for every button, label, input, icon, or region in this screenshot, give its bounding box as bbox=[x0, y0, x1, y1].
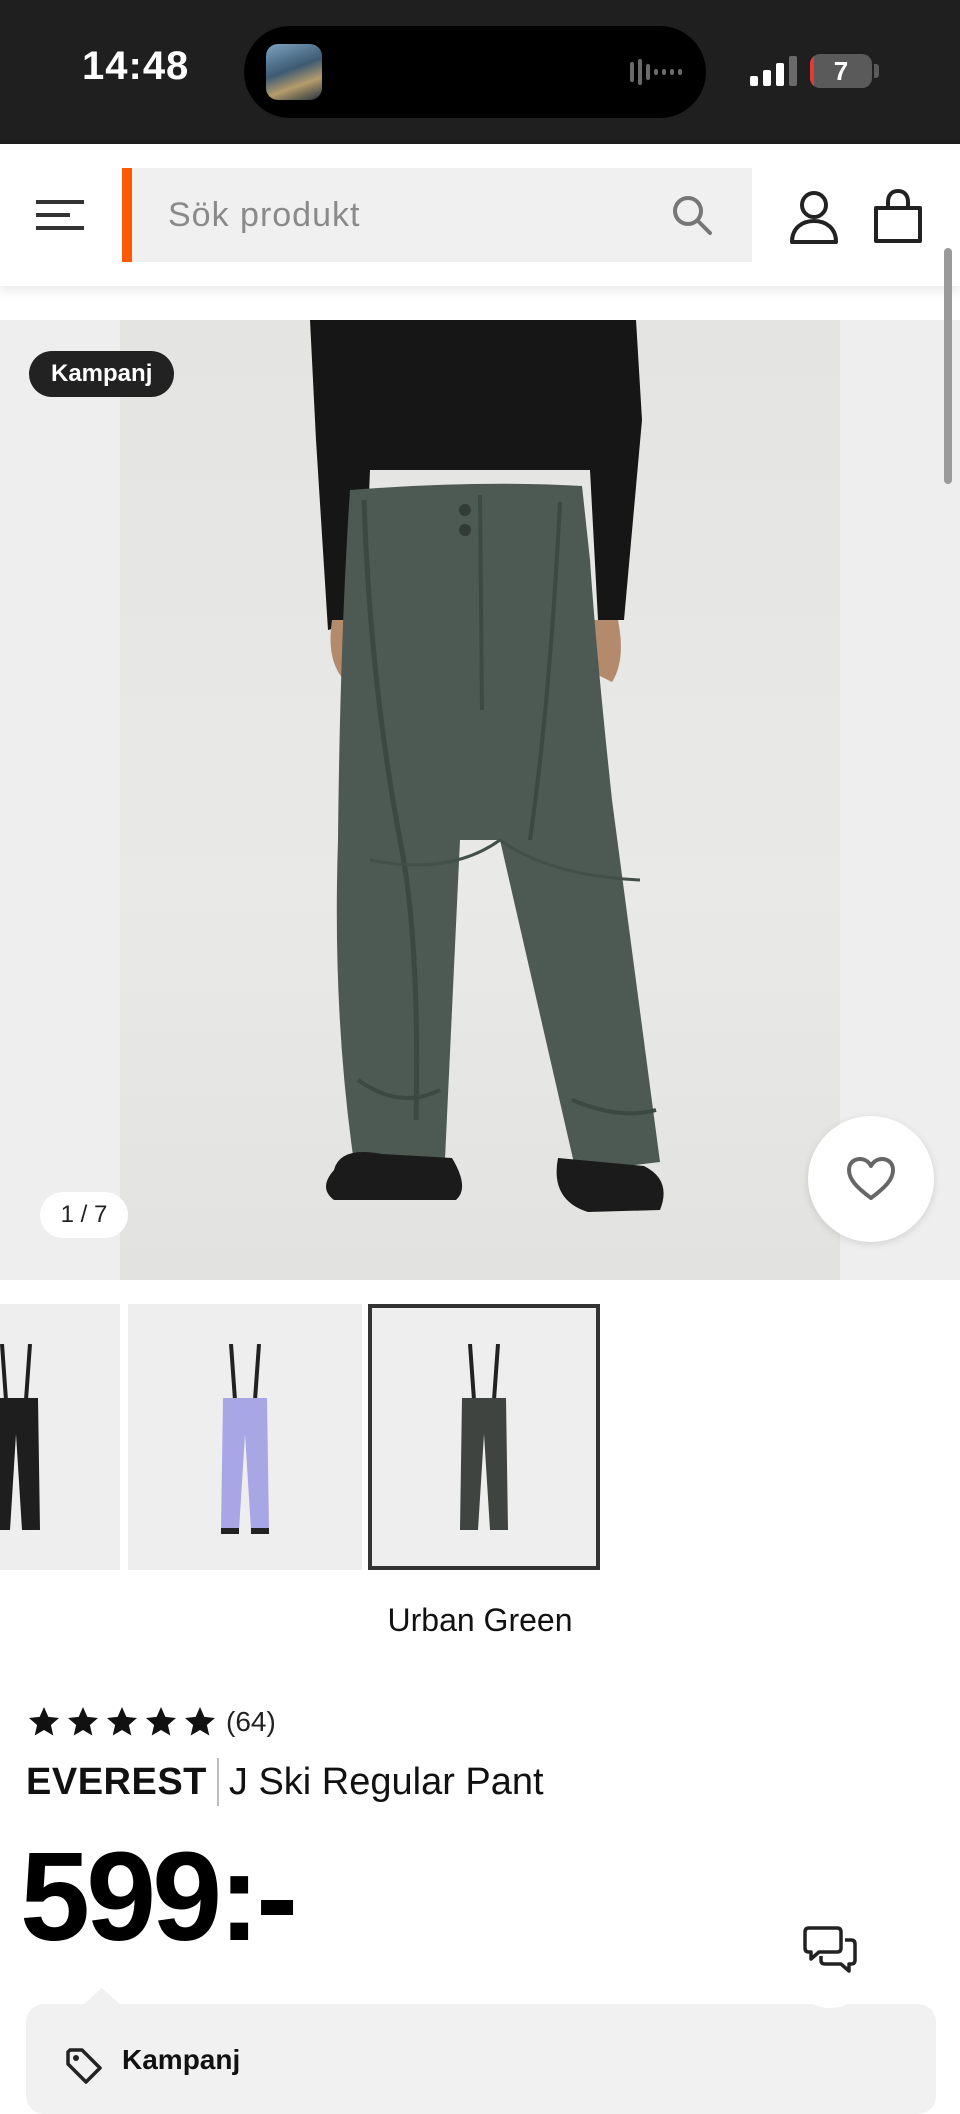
search-input[interactable] bbox=[168, 168, 648, 262]
star-icon bbox=[29, 1707, 59, 1736]
product-photo bbox=[310, 320, 664, 1212]
now-playing-thumbnail bbox=[266, 44, 322, 100]
page-scrollbar[interactable] bbox=[944, 248, 952, 484]
user-icon[interactable] bbox=[788, 188, 840, 244]
star-icon bbox=[107, 1707, 137, 1736]
color-variant-selector bbox=[0, 1304, 960, 1572]
pant-thumbnail bbox=[460, 1344, 508, 1530]
price-tag-icon bbox=[66, 2048, 102, 2084]
search-icon[interactable] bbox=[670, 193, 714, 237]
product-rating[interactable]: (64) bbox=[26, 1702, 276, 1742]
site-header bbox=[0, 144, 960, 286]
product-name: J Ski Regular Pant bbox=[228, 1760, 544, 1803]
search-bar bbox=[122, 168, 752, 262]
chat-bubbles-icon bbox=[803, 1926, 857, 1973]
rating-stars bbox=[26, 1704, 218, 1740]
campaign-info-box[interactable]: Kampanj bbox=[26, 1988, 936, 2114]
promo-notch bbox=[84, 1988, 120, 2004]
status-time: 14:48 bbox=[82, 44, 190, 88]
pant-thumbnail bbox=[221, 1344, 269, 1534]
selected-color-name: Urban Green bbox=[387, 1602, 573, 1638]
dynamic-island bbox=[244, 26, 706, 118]
battery-level: 7 bbox=[833, 56, 849, 86]
cellular-signal-icon bbox=[750, 56, 797, 86]
shopping-bag-icon[interactable] bbox=[872, 188, 924, 244]
product-title: EVEREST J Ski Regular Pant bbox=[26, 1752, 544, 1812]
star-icon bbox=[185, 1707, 215, 1736]
promo-label: Kampanj bbox=[122, 2044, 241, 2075]
battery-indicator: 7 bbox=[810, 54, 872, 88]
rating-count: (64) bbox=[226, 1706, 276, 1737]
hamburger-menu-icon[interactable] bbox=[30, 192, 90, 238]
favorite-button[interactable] bbox=[808, 1116, 934, 1242]
title-divider bbox=[216, 1758, 219, 1806]
variant-thumbnail-urban-green[interactable] bbox=[368, 1304, 600, 1570]
variant-thumbnail-lavender[interactable] bbox=[128, 1304, 362, 1570]
star-icon bbox=[146, 1707, 176, 1736]
battery-tip bbox=[874, 64, 879, 78]
audio-wave-icon bbox=[630, 59, 682, 85]
campaign-badge: Kampanj bbox=[29, 351, 175, 397]
product-image-gallery[interactable]: Kampanj 1 / 7 bbox=[0, 320, 960, 1280]
chat-button[interactable] bbox=[790, 1904, 870, 2008]
star-icon bbox=[68, 1707, 98, 1736]
heart-icon bbox=[847, 1157, 895, 1200]
search-accent-bar bbox=[122, 168, 132, 262]
variant-thumbnail-black[interactable] bbox=[0, 1304, 120, 1570]
status-bar: 14:48 7 bbox=[0, 0, 960, 144]
pant-thumbnail bbox=[0, 1344, 40, 1530]
product-price: 599:- bbox=[20, 1826, 298, 1967]
image-counter: 1 / 7 bbox=[40, 1192, 128, 1238]
product-brand[interactable]: EVEREST bbox=[26, 1761, 207, 1804]
